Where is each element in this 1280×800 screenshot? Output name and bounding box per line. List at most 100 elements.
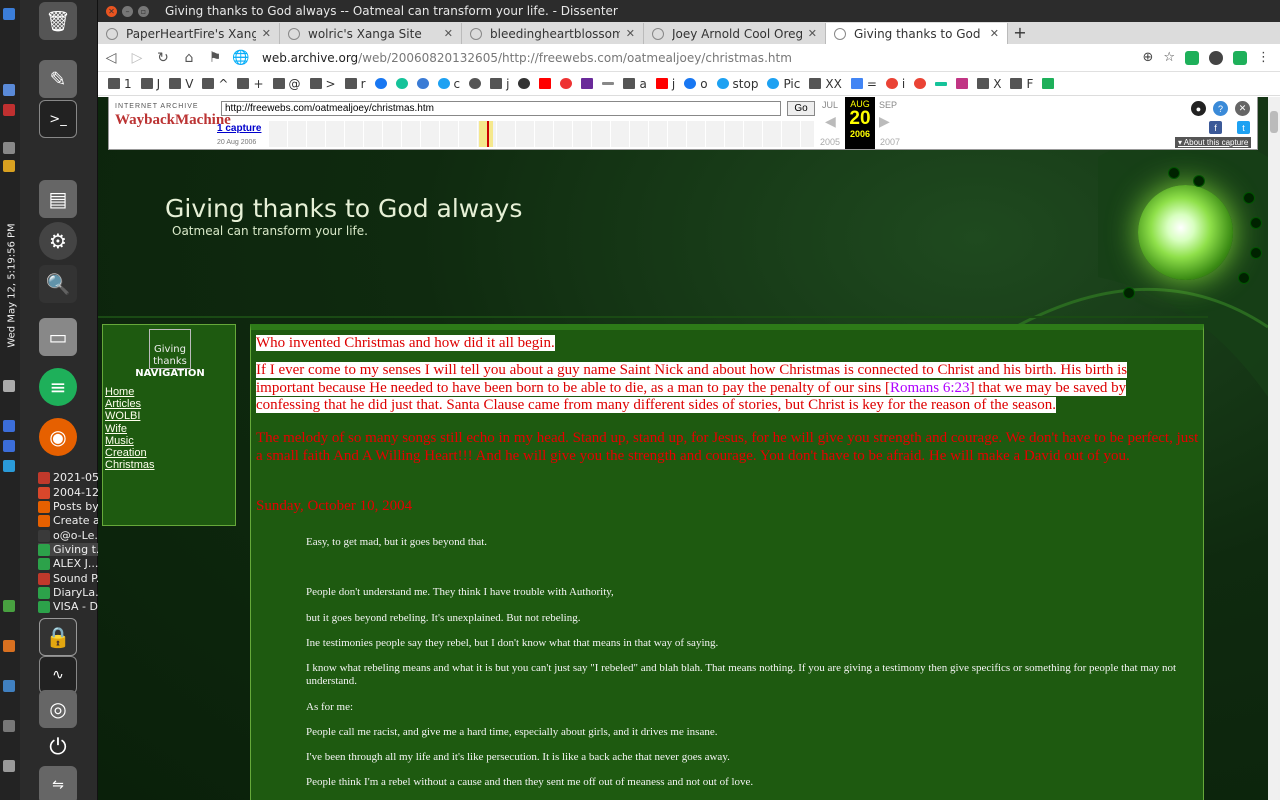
bookmark-twitter[interactable]: stop (716, 77, 758, 91)
capture-timeline[interactable] (269, 121, 814, 147)
system-settings-icon[interactable]: ⚙ (39, 222, 77, 260)
tray-icon[interactable] (3, 380, 15, 392)
lock-screen-icon[interactable]: 🔒 (39, 618, 77, 656)
maximize-window-button[interactable]: ▫ (138, 5, 149, 17)
extension-icon[interactable] (1209, 50, 1223, 65)
wayback-url-input[interactable]: http://freewebs.com/oatmealjoey/christma… (221, 101, 781, 116)
scanner-icon[interactable]: ▤ (39, 180, 77, 218)
facebook-share-icon[interactable]: f (1209, 121, 1222, 134)
go-button[interactable]: Go (787, 101, 815, 116)
wayback-logo[interactable]: INTERNET ARCHIVE WaybackMachine (115, 103, 231, 137)
bookmark-folder[interactable]: F (1010, 77, 1033, 91)
search-icon[interactable]: 🔍 (39, 265, 77, 303)
bookmark-folder[interactable]: r (344, 77, 366, 91)
power-icon[interactable]: ⏻ (39, 728, 77, 766)
twitter-share-icon[interactable]: t (1237, 121, 1250, 134)
site-info-icon[interactable]: 🌐 (228, 50, 254, 66)
tray-icon[interactable] (3, 680, 15, 692)
file-cabinet-icon[interactable]: ▭ (39, 318, 77, 356)
bookmark-instagram[interactable] (956, 78, 969, 89)
reload-icon[interactable]: ↻ (150, 50, 176, 66)
nav-link-home[interactable]: Home (105, 386, 155, 398)
camera-icon[interactable]: ◎ (39, 690, 77, 728)
bookmark-link[interactable] (469, 78, 482, 89)
bookmark-folder[interactable]: 1 (108, 77, 132, 91)
close-tab-icon[interactable]: ✕ (990, 27, 999, 40)
nav-link-articles[interactable]: Articles (105, 398, 155, 410)
new-tab-button[interactable]: + (1008, 23, 1032, 44)
next-capture-arrow-icon[interactable]: ▶ (879, 113, 890, 130)
bookmark-youtube[interactable] (539, 78, 552, 89)
bookmark-icon[interactable]: ⚑ (202, 50, 228, 66)
bookmark-folder[interactable]: J (140, 77, 160, 91)
help-icon[interactable]: ? (1213, 101, 1228, 116)
bookmark-folder[interactable]: a (623, 77, 647, 91)
bookmark-folder[interactable]: X (977, 77, 1001, 91)
text-editor-icon[interactable]: ✎ (39, 60, 77, 98)
bookmark-link[interactable] (560, 78, 573, 89)
tray-icon[interactable] (3, 420, 15, 432)
next-year[interactable]: 2007 (875, 137, 905, 147)
chrome-app-icon[interactable] (3, 84, 15, 96)
menu-icon[interactable]: ⋮ (1257, 50, 1270, 65)
transfer-icon[interactable] (3, 142, 15, 154)
bookmark-folder[interactable]: j (490, 77, 509, 91)
home-icon[interactable]: ⌂ (176, 50, 202, 66)
close-tab-icon[interactable]: ✕ (444, 27, 453, 40)
bookmark-google[interactable]: i (885, 77, 905, 91)
close-icon[interactable]: ✕ (1235, 101, 1250, 116)
zoom-icon[interactable]: ⊕ (1142, 50, 1153, 65)
star-icon[interactable]: ☆ (1163, 50, 1175, 65)
extension-icon[interactable] (1185, 50, 1199, 65)
bookmark-youtube[interactable]: j (655, 77, 675, 91)
back-icon[interactable]: ◁ (98, 50, 124, 66)
bookmark-twitter[interactable]: c (437, 77, 460, 91)
tray-icon[interactable] (3, 720, 15, 732)
prev-month[interactable]: JUL (815, 100, 845, 110)
next-month[interactable]: SEP (873, 100, 903, 110)
minimize-window-button[interactable]: – (122, 5, 133, 17)
user-icon[interactable]: ● (1191, 101, 1206, 116)
nav-link-wolbi[interactable]: WOLBI (105, 410, 155, 422)
bookmark-link[interactable] (602, 82, 615, 85)
nav-link-christmas[interactable]: Christmas (105, 459, 155, 471)
close-window-button[interactable]: ✕ (106, 5, 117, 17)
tray-icon[interactable] (3, 440, 15, 452)
scripture-link[interactable]: Romans 6:23 (889, 379, 970, 396)
mail-icon[interactable] (3, 104, 15, 116)
tab-paperheartfire[interactable]: PaperHeartFire's Xanga Si ✕ (98, 23, 280, 44)
bookmark-link[interactable] (581, 78, 594, 89)
tray-icon[interactable] (3, 640, 15, 652)
bookmark-facebook[interactable]: o (684, 77, 708, 91)
sound-icon[interactable] (3, 160, 15, 172)
firefox-icon[interactable]: ◉ (39, 418, 77, 456)
bookmark-grammarly[interactable] (395, 78, 408, 89)
bookmark-folder[interactable]: XX (809, 77, 842, 91)
about-capture-button[interactable]: ▾ About this capture (1175, 137, 1252, 148)
tab-wolric[interactable]: wolric's Xanga Site ✕ (280, 23, 462, 44)
bookmark-facebook[interactable] (374, 78, 387, 89)
forward-icon[interactable]: ▷ (124, 50, 150, 66)
bookmark-link[interactable] (416, 78, 429, 89)
page-scrollbar[interactable] (1268, 97, 1280, 800)
nav-link-creation[interactable]: Creation (105, 447, 155, 459)
nav-link-music[interactable]: Music (105, 435, 155, 447)
bookmark-translate[interactable]: = (850, 77, 877, 91)
bookmark-folder[interactable]: @ (272, 77, 301, 91)
address-bar[interactable]: web.archive.org/web/20060820132605/http:… (262, 51, 792, 65)
tab-giving-thanks[interactable]: Giving thanks to God alway ✕ (826, 23, 1008, 44)
notes-app-icon[interactable]: ≡ (39, 368, 77, 406)
prev-capture-arrow-icon[interactable]: ◀ (825, 113, 836, 130)
close-tab-icon[interactable]: ✕ (808, 27, 817, 40)
network-icon[interactable] (3, 8, 15, 20)
terminal-icon[interactable]: >_ (39, 100, 77, 138)
bookmark-twitter[interactable]: Pic (767, 77, 800, 91)
bookmark-folder[interactable]: V (169, 77, 193, 91)
scrollbar-thumb[interactable] (1270, 111, 1278, 133)
workspace-switcher-icon[interactable]: ⇋ (39, 766, 77, 800)
trash-icon[interactable]: 🗑 (39, 2, 77, 40)
nav-link-wife[interactable]: Wife (105, 423, 155, 435)
close-tab-icon[interactable]: ✕ (262, 27, 271, 40)
tray-icon[interactable] (3, 460, 15, 472)
prev-year[interactable]: 2005 (815, 137, 845, 147)
